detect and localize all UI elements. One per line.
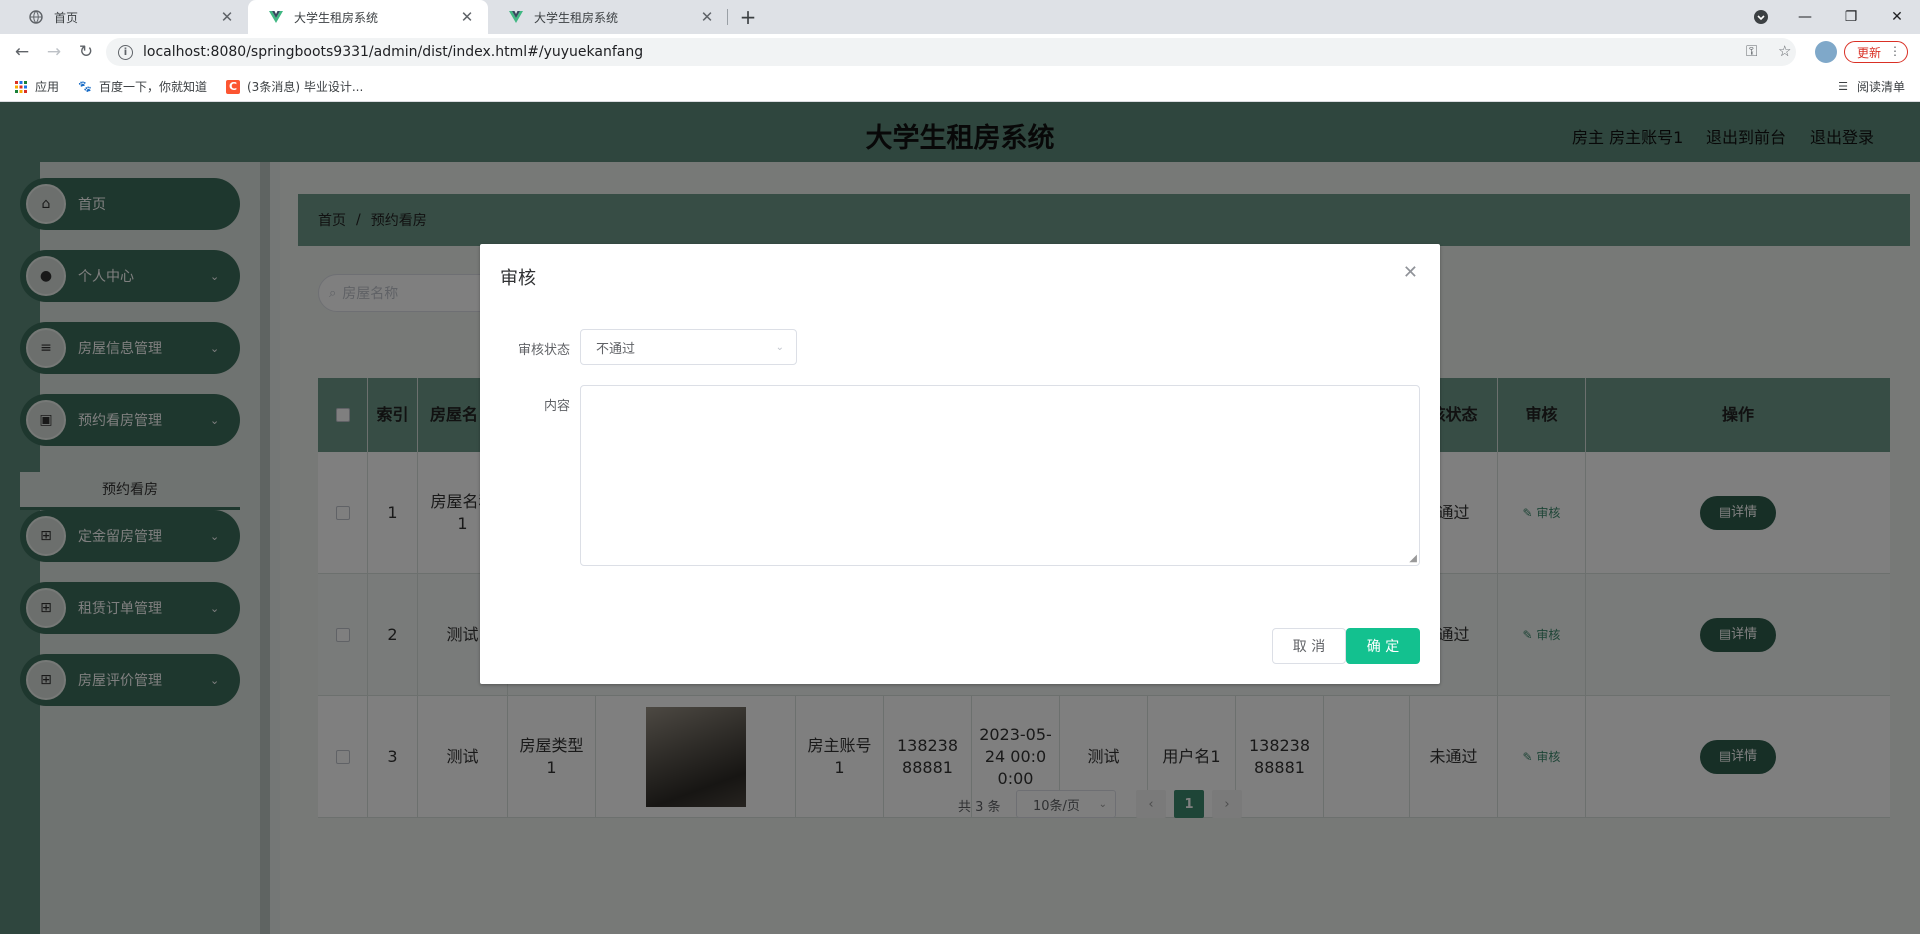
browser-tab-title: 首页 (54, 10, 79, 25)
site-info-icon[interactable]: i (118, 44, 133, 60)
cancel-button[interactable]: 取 消 (1272, 628, 1346, 664)
close-icon[interactable]: ✕ (218, 8, 236, 26)
url-text: localhost:8080/springboots9331/admin/dis… (143, 44, 644, 60)
new-tab-plus-icon[interactable]: + (735, 4, 761, 30)
status-select[interactable]: 不通过 ⌄ (580, 329, 797, 365)
dialog-title: 审核 (500, 268, 536, 289)
browser-tabbar: 首页 ✕ 大学生租房系统 ✕ 大学生租房系统 ✕ + — ❐ ✕ (0, 0, 1920, 34)
confirm-button[interactable]: 确 定 (1346, 628, 1420, 664)
reload-icon[interactable]: ↻ (74, 41, 98, 63)
csdn-logo-icon: C (226, 79, 240, 94)
close-icon[interactable]: ✕ (1403, 262, 1418, 283)
tab-search-icon[interactable] (1738, 0, 1784, 34)
resize-grip-icon[interactable]: ◢ (1409, 553, 1417, 564)
content-label: 内容 (543, 399, 570, 414)
reading-list[interactable]: ☰ 阅读清单 (1836, 78, 1905, 95)
close-icon[interactable]: ✕ (698, 8, 716, 26)
bookmarks-bar: 应用 🐾 百度一下，你就知道 C (3条消息) 毕业设计... ☰ 阅读清单 (0, 70, 1920, 102)
bookmark-label: 百度一下，你就知道 (99, 80, 208, 94)
address-bar: ← → ↻ i localhost:8080/springboots9331/a… (0, 34, 1920, 70)
bookmark-apps[interactable]: 应用 (14, 78, 59, 95)
key-icon[interactable]: ⚿ (1746, 42, 1757, 60)
reading-list-label: 阅读清单 (1857, 80, 1906, 94)
content-textarea[interactable]: ◢ (580, 385, 1420, 566)
url-omnibox[interactable]: i localhost:8080/springboots9331/admin/d… (106, 38, 1796, 66)
update-label: 更新 (1857, 45, 1882, 60)
browser-tab[interactable]: 大学生租房系统 ✕ (488, 0, 728, 34)
vue-logo-icon (268, 9, 284, 25)
forward-arrow-icon[interactable]: → (42, 41, 66, 63)
update-button[interactable]: 更新 ⋮ (1844, 41, 1908, 63)
close-icon[interactable]: ✕ (458, 8, 476, 26)
star-icon[interactable]: ☆ (1778, 42, 1791, 60)
bookmark-csdn[interactable]: C (3条消息) 毕业设计... (226, 78, 363, 95)
baidu-paw-icon: 🐾 (78, 80, 92, 93)
tab-separator (727, 9, 728, 25)
apps-grid-icon (14, 80, 28, 94)
status-label: 审核状态 (517, 343, 570, 358)
chevron-down-icon: ⌄ (775, 341, 784, 353)
window-close-icon[interactable]: ✕ (1874, 0, 1920, 34)
profile-avatar[interactable] (1815, 41, 1837, 63)
browser-tab-home[interactable]: 首页 ✕ (8, 0, 248, 34)
bookmark-label: (3条消息) 毕业设计... (247, 80, 364, 94)
browser-tab-title: 大学生租房系统 (294, 10, 379, 25)
globe-icon (28, 9, 44, 25)
reading-list-icon: ☰ (1838, 80, 1848, 93)
status-select-value: 不通过 (596, 341, 636, 357)
bookmark-baidu[interactable]: 🐾 百度一下，你就知道 (78, 78, 207, 95)
browser-tab-active[interactable]: 大学生租房系统 ✕ (248, 0, 488, 34)
back-arrow-icon[interactable]: ← (10, 41, 34, 63)
minimize-icon[interactable]: — (1782, 0, 1828, 34)
restore-icon[interactable]: ❐ (1828, 0, 1874, 34)
kebab-menu-icon: ⋮ (1889, 44, 1901, 58)
browser-tab-title: 大学生租房系统 (534, 10, 619, 25)
audit-dialog: 审核 ✕ 审核状态 不通过 ⌄ 内容 ◢ 取 消 确 定 (480, 244, 1440, 684)
vue-logo-icon (508, 9, 524, 25)
bookmark-label: 应用 (35, 80, 60, 94)
